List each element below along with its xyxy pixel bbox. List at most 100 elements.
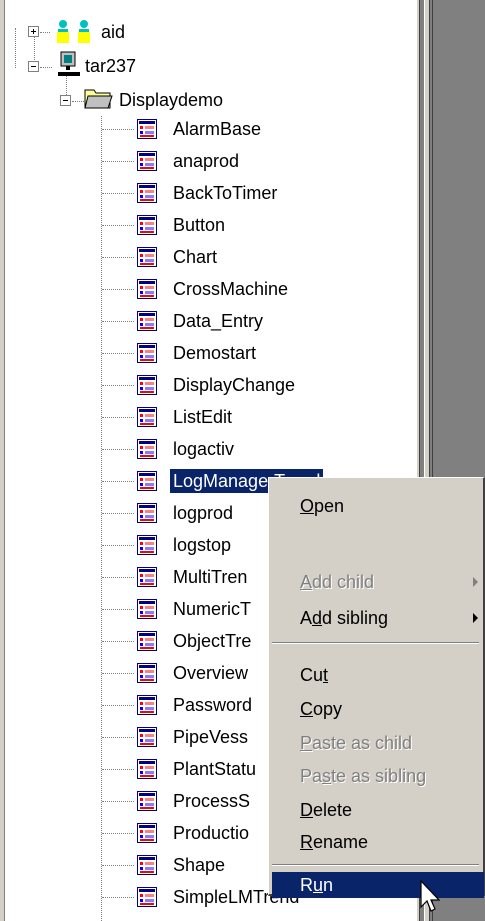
collapse-displaydemo-button[interactable] (60, 95, 71, 106)
computer-icon (58, 51, 80, 76)
tree-item-anaprod[interactable]: anaprod (170, 149, 242, 173)
display-item-icon (137, 791, 157, 811)
display-item-icon (137, 375, 157, 395)
tree-item-displaychange[interactable]: DisplayChange (170, 373, 298, 397)
folder-open-icon (84, 89, 113, 109)
display-item-icon (137, 663, 157, 683)
tree-line (102, 257, 134, 258)
users-icon (57, 20, 90, 43)
collapse-tar237-button[interactable] (28, 61, 39, 72)
tree-line (102, 833, 134, 834)
menu-rename[interactable]: Rename (272, 824, 484, 860)
expand-aid-button[interactable] (28, 26, 39, 37)
tree-item-crossmachine[interactable]: CrossMachine (170, 277, 291, 301)
tree-line (102, 417, 134, 418)
tree-item-logstop[interactable]: logstop (170, 533, 234, 557)
tree-line (102, 897, 134, 898)
menu-run[interactable]: Run (272, 872, 484, 898)
tree-line (102, 769, 134, 770)
display-item-icon (137, 823, 157, 843)
tree-line (102, 481, 134, 482)
tree-item-productio[interactable]: Productio (170, 821, 252, 845)
display-item-icon (137, 407, 157, 427)
tree-item-numerict[interactable]: NumericT (170, 597, 254, 621)
tree-item-plantstatu[interactable]: PlantStatu (170, 757, 259, 781)
display-item-icon (137, 695, 157, 715)
tree-item-multitren[interactable]: MultiTren (170, 565, 250, 589)
display-item-icon (137, 343, 157, 363)
tree-item-alarmbase[interactable]: AlarmBase (170, 117, 264, 141)
tree-line (102, 385, 134, 386)
tree-line (102, 449, 134, 450)
tree-left-border (0, 0, 5, 921)
tree-line (102, 225, 134, 226)
tree-item-pipevess[interactable]: PipeVess (170, 725, 251, 749)
tree-line (102, 513, 134, 514)
menu-delete[interactable]: Delete (272, 792, 484, 828)
display-item-icon (137, 631, 157, 651)
tree-item-shape[interactable]: Shape (170, 853, 228, 877)
tree-line (102, 609, 134, 610)
tree-line (102, 577, 134, 578)
submenu-arrow-icon (473, 577, 478, 587)
display-item-icon (137, 599, 157, 619)
display-item-icon (137, 119, 157, 139)
display-item-icon (137, 759, 157, 779)
display-item-icon (137, 567, 157, 587)
tree-item-data_entry[interactable]: Data_Entry (170, 309, 266, 333)
menu-separator (272, 642, 479, 644)
display-item-icon (137, 151, 157, 171)
tree-item-logactiv[interactable]: logactiv (170, 437, 237, 461)
menu-open[interactable]: Open (272, 488, 484, 524)
tree-item-logprod[interactable]: logprod (170, 501, 236, 525)
tree-item-backtotimer[interactable]: BackToTimer (170, 181, 280, 205)
display-item-icon (137, 471, 157, 491)
tree-item-displaydemo[interactable]: Displaydemo (116, 88, 226, 112)
display-item-icon (137, 183, 157, 203)
tree-item-listedit[interactable]: ListEdit (170, 405, 235, 429)
tree-line (102, 353, 134, 354)
tree-item-password[interactable]: Password (170, 693, 255, 717)
tree-line (102, 865, 134, 866)
tree-line (102, 737, 134, 738)
tree-item-tar237[interactable]: tar237 (82, 54, 139, 78)
tree-line (102, 641, 134, 642)
tree-line (102, 161, 134, 162)
display-item-icon (137, 503, 157, 523)
tree-line (15, 28, 16, 68)
tree-item-objecttre[interactable]: ObjectTre (170, 629, 254, 653)
tree-line (102, 129, 134, 130)
display-item-icon (137, 855, 157, 875)
tree-item-processs[interactable]: ProcessS (170, 789, 253, 813)
tree-line (72, 101, 84, 102)
menu-add-sibling[interactable]: Add sibling (272, 600, 484, 636)
menu-separator (272, 864, 479, 866)
display-item-icon (137, 727, 157, 747)
tree-line (40, 32, 50, 33)
display-item-icon (137, 535, 157, 555)
tree-line (102, 673, 134, 674)
menu-paste-as-sibling: Paste as sibling (300, 766, 427, 786)
menu-add-child: Add child (272, 564, 484, 600)
tree-line (102, 545, 134, 546)
tree-line (40, 67, 52, 68)
menu-cut[interactable]: Cut (272, 657, 484, 693)
tree-item-aid[interactable]: aid (98, 20, 128, 44)
submenu-arrow-icon (473, 613, 478, 623)
tree-line (102, 321, 134, 322)
tree-item-button[interactable]: Button (170, 213, 228, 237)
display-item-icon (137, 247, 157, 267)
display-item-icon (137, 215, 157, 235)
tree-item-demostart[interactable]: Demostart (170, 341, 259, 365)
display-item-icon (137, 439, 157, 459)
context-menu: Open Add child Add sibling Cut Copy Past… (268, 477, 485, 898)
menu-copy[interactable]: Copy (272, 691, 484, 727)
tree-item-chart[interactable]: Chart (170, 245, 220, 269)
mouse-pointer-icon (420, 880, 440, 912)
menu-paste-as-child: Paste as child (300, 733, 413, 753)
display-item-icon (137, 279, 157, 299)
tree-line (102, 801, 134, 802)
tree-item-overview[interactable]: Overview (170, 661, 251, 685)
tree-line (102, 289, 134, 290)
display-item-icon (137, 311, 157, 331)
